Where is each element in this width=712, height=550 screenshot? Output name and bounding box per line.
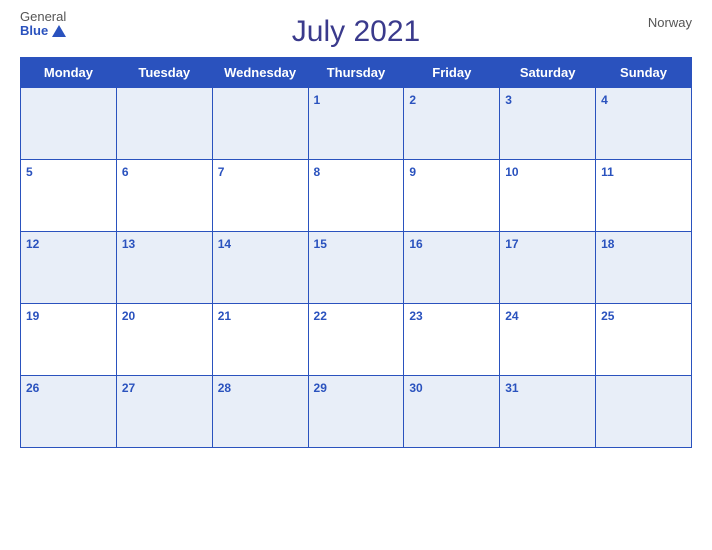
day-number: 11 [601, 165, 614, 179]
logo-triangle-icon [52, 25, 66, 37]
logo-blue-text: Blue [20, 24, 66, 38]
header-tuesday: Tuesday [116, 58, 212, 88]
day-number: 15 [314, 237, 327, 251]
day-number: 31 [505, 381, 518, 395]
day-number: 28 [218, 381, 231, 395]
table-row: 26 [21, 376, 117, 448]
calendar-row: 26 27 28 29 30 31 [21, 376, 692, 448]
header-wednesday: Wednesday [212, 58, 308, 88]
logo: General Blue [20, 10, 66, 39]
day-number: 4 [601, 93, 608, 107]
table-row [212, 88, 308, 160]
day-number: 16 [409, 237, 422, 251]
table-row: 14 [212, 232, 308, 304]
day-number: 8 [314, 165, 321, 179]
day-number: 3 [505, 93, 512, 107]
day-number: 24 [505, 309, 518, 323]
table-row [21, 88, 117, 160]
table-row: 4 [596, 88, 692, 160]
header-sunday: Sunday [596, 58, 692, 88]
table-row: 28 [212, 376, 308, 448]
day-number: 20 [122, 309, 135, 323]
day-number: 10 [505, 165, 518, 179]
table-row: 6 [116, 160, 212, 232]
calendar-container: General Blue July 2021 Norway Monday Tue… [0, 0, 712, 550]
day-number: 27 [122, 381, 135, 395]
table-row [116, 88, 212, 160]
table-row: 25 [596, 304, 692, 376]
day-number: 22 [314, 309, 327, 323]
weekday-header-row: Monday Tuesday Wednesday Thursday Friday… [21, 58, 692, 88]
table-row: 29 [308, 376, 404, 448]
day-number: 2 [409, 93, 416, 107]
table-row: 30 [404, 376, 500, 448]
table-row: 13 [116, 232, 212, 304]
day-number: 1 [314, 93, 321, 107]
month-title: July 2021 [292, 15, 420, 49]
calendar-grid: Monday Tuesday Wednesday Thursday Friday… [20, 57, 692, 448]
table-row: 16 [404, 232, 500, 304]
day-number: 17 [505, 237, 518, 251]
table-row: 19 [21, 304, 117, 376]
table-row: 15 [308, 232, 404, 304]
table-row: 2 [404, 88, 500, 160]
header-monday: Monday [21, 58, 117, 88]
calendar-row: 1 2 3 4 [21, 88, 692, 160]
table-row: 7 [212, 160, 308, 232]
country-label: Norway [648, 15, 692, 30]
table-row [596, 376, 692, 448]
table-row: 27 [116, 376, 212, 448]
table-row: 31 [500, 376, 596, 448]
day-number: 26 [26, 381, 39, 395]
table-row: 23 [404, 304, 500, 376]
table-row: 20 [116, 304, 212, 376]
day-number: 19 [26, 309, 39, 323]
table-row: 18 [596, 232, 692, 304]
header-thursday: Thursday [308, 58, 404, 88]
table-row: 22 [308, 304, 404, 376]
header-saturday: Saturday [500, 58, 596, 88]
calendar-header: General Blue July 2021 Norway [20, 10, 692, 49]
table-row: 10 [500, 160, 596, 232]
day-number: 23 [409, 309, 422, 323]
table-row: 21 [212, 304, 308, 376]
table-row: 1 [308, 88, 404, 160]
table-row: 12 [21, 232, 117, 304]
calendar-row: 5 6 7 8 9 10 11 [21, 160, 692, 232]
day-number: 12 [26, 237, 39, 251]
table-row: 17 [500, 232, 596, 304]
day-number: 14 [218, 237, 231, 251]
day-number: 9 [409, 165, 416, 179]
header-friday: Friday [404, 58, 500, 88]
table-row: 3 [500, 88, 596, 160]
table-row: 8 [308, 160, 404, 232]
day-number: 25 [601, 309, 614, 323]
table-row: 24 [500, 304, 596, 376]
day-number: 29 [314, 381, 327, 395]
day-number: 21 [218, 309, 231, 323]
day-number: 5 [26, 165, 33, 179]
day-number: 30 [409, 381, 422, 395]
day-number: 6 [122, 165, 129, 179]
table-row: 5 [21, 160, 117, 232]
day-number: 7 [218, 165, 225, 179]
day-number: 18 [601, 237, 614, 251]
calendar-row: 19 20 21 22 23 24 25 [21, 304, 692, 376]
day-number: 13 [122, 237, 135, 251]
logo-general-text: General [20, 10, 66, 24]
table-row: 9 [404, 160, 500, 232]
table-row: 11 [596, 160, 692, 232]
calendar-row: 12 13 14 15 16 17 18 [21, 232, 692, 304]
